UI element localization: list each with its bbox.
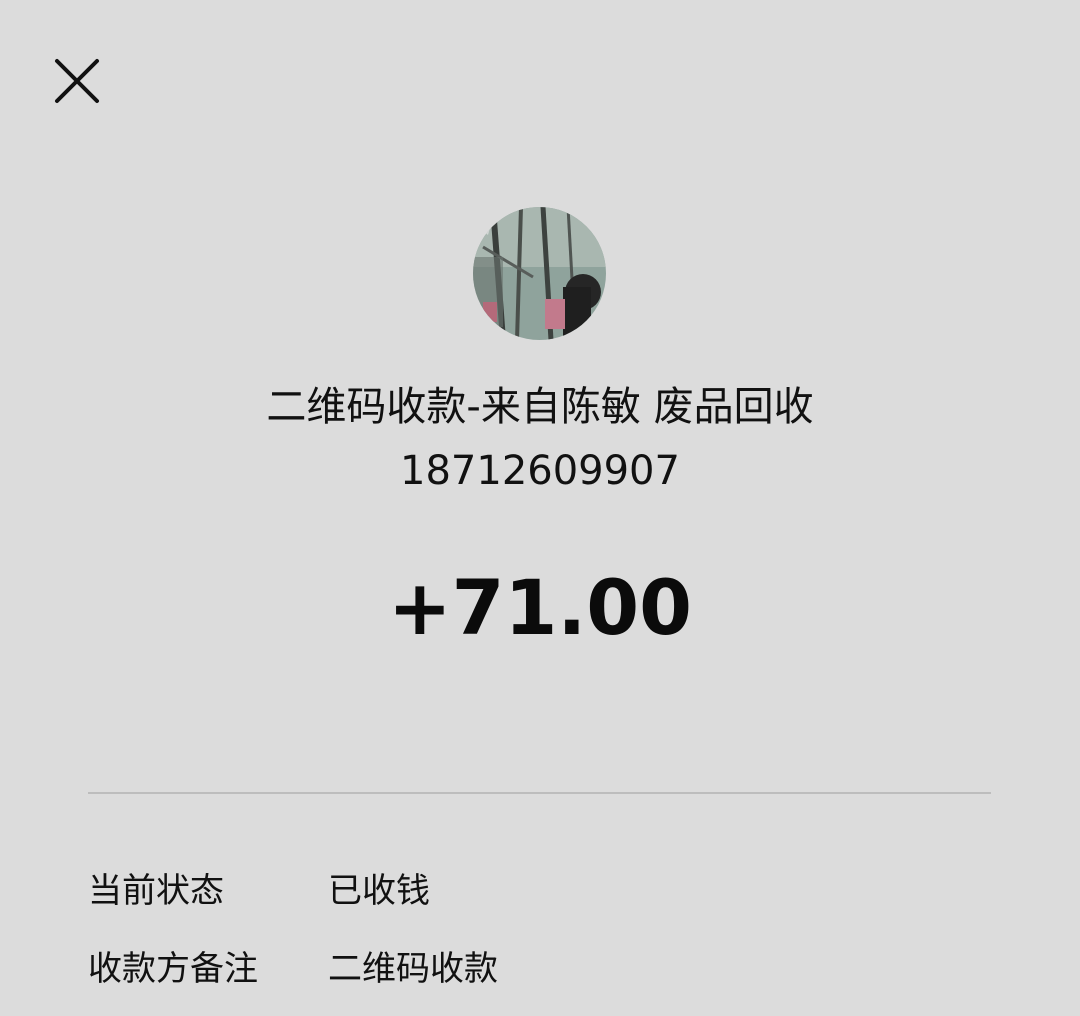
remark-label: 收款方备注 — [88, 949, 258, 989]
divider — [88, 792, 991, 794]
close-icon — [52, 56, 102, 106]
avatar[interactable] — [473, 207, 606, 340]
remark-value: 二维码收款 — [328, 949, 498, 989]
status-value: 已收钱 — [328, 871, 430, 911]
status-row: 当前状态 已收钱 — [88, 866, 991, 916]
transaction-amount: +71.00 — [387, 563, 693, 652]
status-label: 当前状态 — [88, 871, 224, 911]
payer-phone: 18712609907 — [400, 448, 680, 494]
remark-row: 收款方备注 二维码收款 — [88, 944, 991, 994]
payer-title: 二维码收款-来自陈敏 废品回收 — [266, 384, 814, 430]
close-button[interactable] — [52, 56, 102, 106]
